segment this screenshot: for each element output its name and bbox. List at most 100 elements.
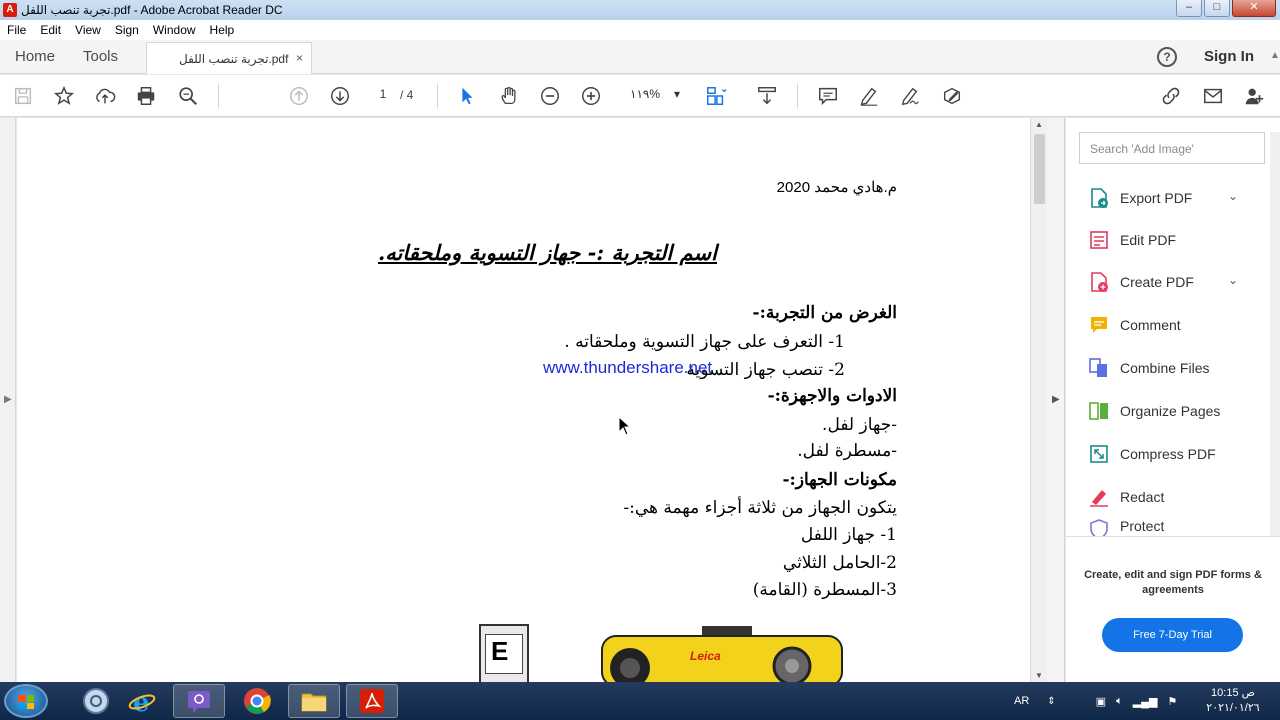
internet-explorer-icon: e xyxy=(128,688,156,716)
tool-combine-files[interactable]: Combine Files xyxy=(1088,354,1209,382)
tool-edit-pdf[interactable]: Edit PDF xyxy=(1088,226,1176,254)
toolbar-separator xyxy=(797,84,798,108)
search-tools-input[interactable]: Search 'Add Image' xyxy=(1079,132,1265,164)
chevron-down-icon[interactable]: ⌄ xyxy=(1228,189,1238,203)
sign-in-button[interactable]: Sign In xyxy=(1204,48,1254,65)
acrobat-icon xyxy=(360,689,384,713)
component-item-3: 3-المسطرة (القامة) xyxy=(752,580,897,600)
tools-item-1: -جهاز لفل. xyxy=(822,415,897,435)
taskbar-chrome[interactable] xyxy=(231,684,283,718)
tab-document-label: تجربة تنصب اللفل.pdf xyxy=(179,51,289,66)
maximize-button[interactable]: □ xyxy=(1204,0,1230,17)
save-icon[interactable] xyxy=(11,84,35,108)
draw-sign-icon[interactable] xyxy=(898,84,922,108)
menu-edit[interactable]: Edit xyxy=(40,23,61,37)
zoom-in-icon[interactable] xyxy=(579,84,603,108)
tool-label: Organize Pages xyxy=(1120,403,1221,419)
comment-icon xyxy=(1088,314,1110,336)
previous-page-icon[interactable] xyxy=(287,84,311,108)
tool-comment[interactable]: Comment xyxy=(1088,311,1181,339)
combine-files-icon xyxy=(1088,357,1110,379)
close-window-button[interactable]: ✕ xyxy=(1232,0,1276,17)
next-page-icon[interactable] xyxy=(328,84,352,108)
comment-icon[interactable] xyxy=(816,84,840,108)
experiment-title: اسم التجربة :- جهاز التسوية وملحقاته. xyxy=(377,240,717,265)
fill-sign-icon[interactable] xyxy=(940,84,964,108)
document-scrollbar[interactable]: ▲ ▼ xyxy=(1030,118,1047,682)
add-user-icon[interactable] xyxy=(1242,84,1266,108)
zoom-level-select[interactable]: ١١٩% ▾ xyxy=(614,87,686,105)
system-tray: AR ⇕ ▣ 🔈︎ ▂▄▆ ⚑ xyxy=(1010,682,1177,720)
taskbar-file-explorer[interactable] xyxy=(288,684,340,718)
scroll-up-icon[interactable]: ▲ xyxy=(1270,50,1280,61)
viber-icon xyxy=(188,691,210,713)
clock[interactable]: 10:15 ص ٢٠٢١/٠١/٢٦ xyxy=(1203,686,1263,716)
highlight-pen-icon[interactable] xyxy=(857,84,881,108)
volume-icon[interactable]: 🔈︎ xyxy=(1116,695,1123,708)
tool-export-pdf[interactable]: Export PDF ⌄ xyxy=(1088,184,1238,212)
page-display-icon[interactable] xyxy=(704,84,728,108)
tool-redact[interactable]: Redact xyxy=(1088,483,1164,511)
menu-window[interactable]: Window xyxy=(153,23,196,37)
toolbar-separator xyxy=(437,84,438,108)
taskbar-viber[interactable] xyxy=(173,684,225,718)
help-icon[interactable]: ? xyxy=(1157,47,1177,67)
page-number-input[interactable]: 1 xyxy=(371,87,395,105)
right-panel-toggle[interactable]: ▶ xyxy=(1047,118,1065,682)
close-tab-icon[interactable]: × xyxy=(296,51,303,65)
organize-pages-icon xyxy=(1088,400,1110,422)
scrollbar-thumb[interactable] xyxy=(1034,134,1045,204)
share-link-icon[interactable] xyxy=(1159,84,1183,108)
purpose-item-1: 1- التعرف على جهاز التسوية وملحقاته . xyxy=(564,332,845,352)
scroll-mode-icon[interactable] xyxy=(755,84,779,108)
find-zoom-icon[interactable] xyxy=(176,84,200,108)
scroll-down-icon[interactable]: ▼ xyxy=(1035,671,1043,680)
taskbar-phone-app[interactable] xyxy=(70,684,122,718)
start-button[interactable] xyxy=(4,684,48,718)
expand-left-icon[interactable]: ▶ xyxy=(4,394,12,405)
tool-label: Export PDF xyxy=(1120,190,1193,206)
menu-file[interactable]: File xyxy=(7,23,26,37)
title-bar: A تجربة تنصب اللفل.pdf - Adobe Acrobat R… xyxy=(0,0,1280,20)
menu-view[interactable]: View xyxy=(75,23,101,37)
level-instrument-image: Leica xyxy=(601,626,843,682)
free-trial-button[interactable]: Free 7-Day Trial xyxy=(1102,618,1243,652)
email-icon[interactable] xyxy=(1201,84,1225,108)
tab-document[interactable]: تجربة تنصب اللفل.pdf × xyxy=(146,42,312,74)
export-pdf-icon xyxy=(1088,187,1110,209)
flag-tray-icon[interactable]: ⚑ xyxy=(1167,695,1177,708)
tool-create-pdf[interactable]: Create PDF ⌄ xyxy=(1088,268,1238,296)
tool-organize-pages[interactable]: Organize Pages xyxy=(1088,397,1220,425)
purpose-heading: الغرض من التجربة:- xyxy=(752,303,897,323)
acrobat-app-icon: A xyxy=(3,3,17,17)
taskbar-acrobat[interactable] xyxy=(346,684,398,718)
tool-protect[interactable]: Protect xyxy=(1088,518,1164,536)
taskbar-internet-explorer[interactable]: e xyxy=(116,684,168,718)
chrome-icon xyxy=(244,688,271,714)
left-panel-toggle[interactable]: ▶ xyxy=(0,118,16,682)
collapse-right-icon[interactable]: ▶ xyxy=(1052,394,1060,405)
tool-label: Compress PDF xyxy=(1120,446,1216,462)
scroll-up-icon[interactable]: ▲ xyxy=(1035,120,1043,129)
select-cursor-icon[interactable] xyxy=(455,84,479,108)
tools-pane-scrollbar[interactable] xyxy=(1270,132,1280,537)
zoom-level-value: ١١٩% xyxy=(630,87,661,101)
chevron-down-icon[interactable]: ⌄ xyxy=(1228,273,1238,287)
language-indicator[interactable]: AR xyxy=(1014,695,1029,707)
minimize-button[interactable]: – xyxy=(1176,0,1202,17)
tab-home[interactable]: Home xyxy=(15,40,55,73)
tab-tools[interactable]: Tools xyxy=(83,40,118,73)
print-icon[interactable] xyxy=(134,84,158,108)
network-tray-icon[interactable]: ▣ xyxy=(1096,695,1106,708)
hand-tool-icon[interactable] xyxy=(497,84,521,108)
page-total: / 4 xyxy=(400,88,414,102)
menu-help[interactable]: Help xyxy=(210,23,235,37)
keyboard-icon[interactable]: ⇕ xyxy=(1047,696,1055,707)
upload-cloud-icon[interactable] xyxy=(93,84,117,108)
staff-marking: E xyxy=(491,636,509,666)
zoom-out-icon[interactable] xyxy=(538,84,562,108)
bookmark-star-icon[interactable] xyxy=(52,84,76,108)
tool-compress-pdf[interactable]: Compress PDF xyxy=(1088,440,1216,468)
menu-sign[interactable]: Sign xyxy=(115,23,139,37)
signal-icon[interactable]: ▂▄▆ xyxy=(1133,695,1158,708)
